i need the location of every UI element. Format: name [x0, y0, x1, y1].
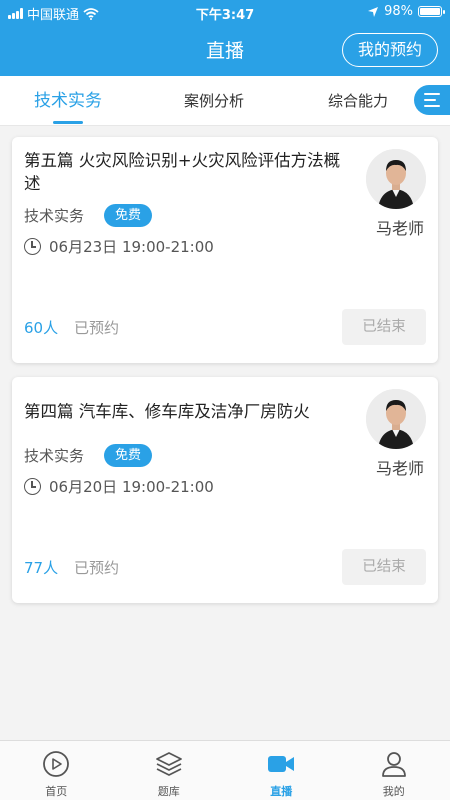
video-camera-icon: [268, 756, 295, 772]
ended-button[interactable]: 已结束: [342, 549, 426, 585]
booking-count: 60人: [24, 319, 59, 337]
ended-button[interactable]: 已结束: [342, 309, 426, 345]
teacher-avatar: [366, 149, 426, 209]
bottom-tab-live[interactable]: 直播: [225, 741, 338, 800]
category-menu-button[interactable]: [414, 85, 450, 115]
status-right: 98%: [367, 4, 445, 19]
menu-line: [424, 105, 440, 107]
bottom-tab-label: 题库: [157, 785, 180, 798]
battery-percent: 98%: [384, 4, 413, 19]
course-title: 第四篇 汽车库、修车库及洁净厂房防火: [24, 402, 310, 421]
bottom-tab-label: 直播: [270, 785, 293, 798]
course-time: 06月23日 19:00-21:00: [49, 238, 214, 256]
tab-label: 综合能力: [328, 92, 389, 110]
free-badge: 免费: [104, 204, 152, 227]
course-title: 第五篇 火灾风险识别+火灾风险评估方法概述: [24, 151, 341, 193]
course-subject: 技术实务: [24, 447, 85, 465]
battery-fill: [420, 8, 440, 15]
menu-line: [424, 99, 436, 101]
course-card[interactable]: 第五篇 火灾风险识别+火灾风险评估方法概述 技术实务 免费 06月23日 19:…: [12, 137, 438, 363]
play-circle-icon: [43, 751, 70, 777]
tab-label: 案例分析: [184, 92, 245, 110]
free-badge: 免费: [104, 444, 152, 467]
bottom-tab-home[interactable]: 首页: [0, 741, 113, 800]
clock-icon: [24, 238, 41, 255]
booked-label: 已预约: [74, 319, 120, 337]
tab-technical-practice[interactable]: 技术实务: [34, 76, 102, 126]
bottom-tab-bar: 首页 题库 直播 我的: [0, 740, 450, 800]
menu-line: [424, 93, 440, 95]
tab-label: 技术实务: [34, 91, 102, 111]
my-booking-button[interactable]: 我的预约: [342, 33, 438, 67]
category-tabs: 技术实务 案例分析 综合能力: [0, 76, 450, 126]
bottom-tab-label: 首页: [45, 785, 68, 798]
nav-bar: 直播 我的预约: [0, 24, 450, 76]
location-arrow-icon: [368, 6, 379, 17]
course-time: 06月20日 19:00-21:00: [49, 478, 214, 496]
layers-icon: [155, 752, 182, 776]
clock-icon: [24, 478, 41, 495]
user-icon: [381, 752, 406, 777]
status-bar: 中国联通 下午3:47 98%: [0, 0, 450, 24]
course-subject: 技术实务: [24, 207, 85, 225]
active-tab-indicator: [53, 121, 83, 124]
booked-label: 已预约: [74, 559, 120, 577]
booking-count: 77人: [24, 559, 59, 577]
tab-comprehensive-ability[interactable]: 综合能力: [328, 76, 388, 126]
battery-icon: [418, 6, 445, 17]
course-card[interactable]: 第四篇 汽车库、修车库及洁净厂房防火 技术实务 免费 06月20日 19:00-…: [12, 377, 438, 603]
teacher-name: 马老师: [375, 459, 424, 478]
tab-case-analysis[interactable]: 案例分析: [184, 76, 244, 126]
bottom-tab-question-bank[interactable]: 题库: [113, 741, 226, 800]
teacher-name: 马老师: [375, 219, 424, 238]
bottom-tab-label: 我的: [382, 785, 405, 798]
teacher-avatar: [366, 389, 426, 449]
bottom-tab-mine[interactable]: 我的: [338, 741, 450, 800]
